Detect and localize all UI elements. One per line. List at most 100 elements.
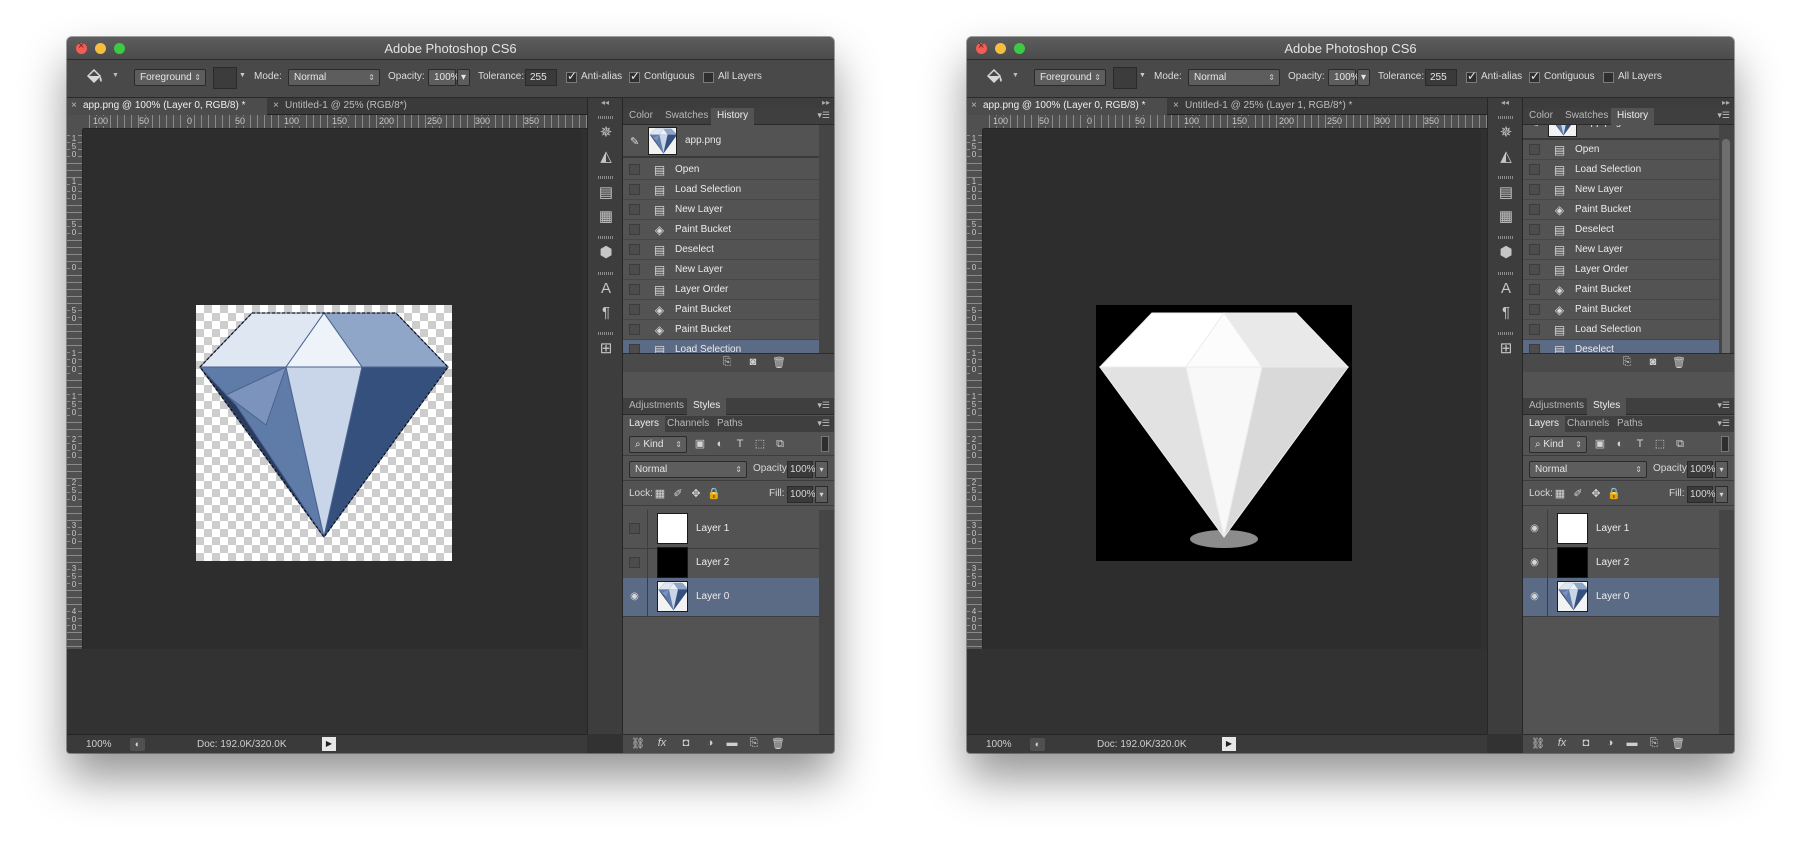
eye-visibility-icon[interactable]: ◉ (1529, 523, 1540, 534)
expand-panels-icon[interactable]: ▸▸ (1523, 98, 1734, 108)
new-group-folder-icon[interactable]: ▬ (1625, 737, 1639, 749)
history-brush-icon[interactable]: ✎ (1530, 125, 1539, 130)
adjustment-layer-icon[interactable]: ◑ (703, 737, 717, 749)
layer-opacity-dropdown-icon[interactable]: ▾ (815, 461, 828, 478)
history-list[interactable]: ✎ app.png ▤ Open ▤ Load Selection ▤ New Layer… (1523, 125, 1734, 353)
history-source-checkbox[interactable] (1529, 244, 1540, 255)
mode-select[interactable]: Normal ⇕ (1188, 69, 1280, 86)
panel-menu-icon[interactable]: ▾☰ (1717, 400, 1730, 411)
history-source-checkbox[interactable] (1529, 184, 1540, 195)
history-source-checkbox[interactable] (629, 164, 640, 175)
fill-source-select[interactable]: Foreground ⇕ (1034, 69, 1106, 86)
horizontal-ruler[interactable]: 100 50 0 50 100 150 200 250 300 350 (983, 115, 1487, 129)
tab-swatches[interactable]: Swatches (659, 108, 714, 125)
fill-field[interactable]: 100% (1687, 486, 1716, 503)
history-item[interactable]: ◈ Paint Bucket (1523, 200, 1719, 220)
layer-name[interactable]: Layer 2 (1596, 557, 1629, 568)
history-source-checkbox[interactable] (629, 244, 640, 255)
history-source-checkbox[interactable] (1529, 144, 1540, 155)
link-layers-icon[interactable]: ⛓ (1531, 737, 1545, 750)
layer-thumbnail[interactable] (1557, 513, 1588, 544)
history-scrollbar[interactable] (819, 125, 834, 353)
layers-scrollbar[interactable] (1719, 510, 1734, 734)
3d-cube-icon[interactable]: ⬢ (597, 244, 615, 262)
tab-styles[interactable]: Styles (1587, 398, 1627, 415)
lock-position-icon[interactable]: ✥ (1589, 487, 1603, 500)
delete-layer-trash-icon[interactable]: 🗑 (771, 737, 785, 750)
tab-layers[interactable]: Layers (1523, 416, 1566, 433)
eye-visibility-icon[interactable]: ◉ (1529, 557, 1540, 568)
3d-cube-icon[interactable]: ⬢ (1497, 244, 1515, 262)
layer-filter-toggle[interactable] (1721, 436, 1729, 452)
tab-styles[interactable]: Styles (687, 398, 727, 415)
blend-mode-select[interactable]: Normal ⇕ (629, 461, 747, 478)
document-canvas[interactable] (83, 129, 581, 649)
layer-name[interactable]: Layer 0 (1596, 591, 1629, 602)
tolerance-field[interactable]: 255 (525, 69, 557, 86)
navigator-icon[interactable]: ✵ (597, 124, 615, 142)
layer-name[interactable]: Layer 0 (696, 591, 729, 602)
layer-name[interactable]: Layer 1 (1596, 523, 1629, 534)
all-layers-checkbox[interactable] (703, 72, 714, 83)
add-mask-icon[interactable]: ◘ (1579, 737, 1593, 749)
tolerance-field[interactable]: 255 (1425, 69, 1457, 86)
history-item[interactable]: ▤ Open (623, 160, 819, 180)
layer-opacity-field[interactable]: 100% (787, 461, 816, 478)
delete-layer-trash-icon[interactable]: 🗑 (1671, 737, 1685, 750)
history-source-checkbox[interactable] (1529, 304, 1540, 315)
layer-row[interactable]: ◉ Layer 0 (623, 578, 819, 617)
history-source-checkbox[interactable] (629, 324, 640, 335)
history-source-checkbox[interactable] (629, 264, 640, 275)
tab-adjustments[interactable]: Adjustments (623, 398, 690, 415)
adjustment-layer-icon[interactable]: ◑ (1603, 737, 1617, 749)
properties-icon[interactable]: ▤ (597, 184, 615, 202)
collapse-panels-icon[interactable]: ◂◂ (1488, 98, 1522, 108)
fill-field[interactable]: 100% (787, 486, 816, 503)
layer-filter-toggle[interactable] (821, 436, 829, 452)
navigator-icon[interactable]: ✵ (1497, 124, 1515, 142)
zoom-level[interactable]: 100% (986, 739, 1012, 750)
add-mask-icon[interactable]: ◘ (679, 737, 693, 749)
layer-thumbnail[interactable] (1557, 547, 1588, 578)
title-bar[interactable]: Adobe Photoshop CS6 (967, 37, 1734, 60)
vertical-ruler[interactable]: 1 5 0 1 0 0 5 0 0 5 0 1 0 0 1 5 0 2 0 0 2 5 0 3 0… (67, 129, 83, 649)
history-scroll-thumb[interactable] (1722, 139, 1730, 353)
layer-filter-select[interactable]: ⌕ Kind ⇕ (629, 436, 687, 453)
tab-paths[interactable]: Paths (1611, 416, 1649, 433)
opacity-field[interactable]: 100% (428, 69, 460, 86)
histogram-icon[interactable]: ◭ (597, 148, 615, 166)
antialias-checkbox[interactable] (566, 69, 577, 83)
history-item[interactable]: ▤ Deselect (623, 240, 819, 260)
tab-paths[interactable]: Paths (711, 416, 749, 433)
camera-icon[interactable]: ◙ (1646, 356, 1660, 368)
history-item[interactable]: ◈ Paint Bucket (623, 320, 819, 340)
history-item[interactable]: ▤ Deselect (1523, 220, 1719, 240)
history-item[interactable]: ▤ Deselect (1523, 340, 1719, 353)
camera-icon[interactable]: ◙ (746, 356, 760, 368)
lock-image-pixels-icon[interactable]: ✐ (1571, 487, 1585, 500)
paragraph-icon[interactable]: ¶ (1497, 304, 1515, 322)
layer-style-fx-icon[interactable]: fx (1555, 737, 1569, 749)
document-image[interactable] (196, 305, 452, 561)
layer-thumbnail[interactable] (657, 513, 688, 544)
history-source-checkbox[interactable] (629, 204, 640, 215)
tab-history[interactable]: History (1611, 108, 1655, 125)
blend-mode-select[interactable]: Normal ⇕ (1529, 461, 1647, 478)
pattern-picker[interactable] (1113, 67, 1137, 89)
grip-icon[interactable] (598, 116, 614, 119)
history-item[interactable]: ▤ Load Selection (1523, 320, 1719, 340)
grip-icon[interactable] (598, 332, 614, 335)
document-tab[interactable]: × app.png @ 100% (Layer 0, RGB/8) * (67, 98, 267, 115)
layer-style-fx-icon[interactable]: fx (655, 737, 669, 749)
antialias-checkbox[interactable] (1466, 69, 1477, 83)
vertical-ruler[interactable]: 1 5 0 1 0 0 5 0 0 5 0 1 0 0 1 5 0 2 0 0 2 5 0 3 0… (967, 129, 983, 649)
fill-dropdown-icon[interactable]: ▾ (815, 486, 828, 503)
all-layers-checkbox[interactable] (1603, 72, 1614, 83)
layer-filter-select[interactable]: ⌕ Kind ⇕ (1529, 436, 1587, 453)
close-tab-icon[interactable]: × (273, 98, 279, 114)
new-group-folder-icon[interactable]: ▬ (725, 737, 739, 749)
visibility-toggle[interactable] (629, 523, 640, 534)
grip-icon[interactable] (1498, 272, 1514, 275)
history-snapshot[interactable]: ✎ app.png (623, 125, 819, 158)
lock-transparent-pixels-icon[interactable]: ▦ (653, 487, 667, 500)
